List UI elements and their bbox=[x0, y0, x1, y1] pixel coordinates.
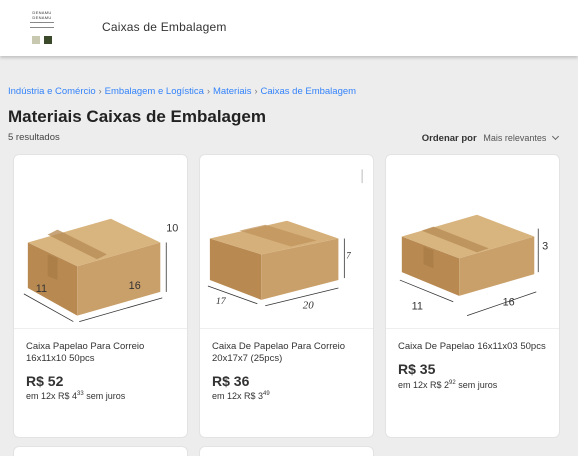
chevron-right-icon: › bbox=[98, 86, 102, 96]
logo-text-line-2: DENAMU bbox=[32, 15, 52, 20]
store-logo[interactable]: DENAMU DENAMU bbox=[28, 10, 56, 46]
cardboard-box-image: 11 16 3 bbox=[399, 214, 548, 317]
product-price: R$ 35 bbox=[398, 361, 436, 377]
dimension-label: 3 bbox=[542, 240, 548, 252]
product-price: R$ 52 bbox=[26, 373, 64, 389]
chevron-right-icon: › bbox=[254, 86, 258, 96]
installments: em 12x R$ 349 bbox=[212, 391, 270, 401]
dimension-label: 17 bbox=[216, 296, 227, 307]
cardboard-box-image: 11 16 10 bbox=[23, 218, 178, 322]
logo-swatch-light bbox=[32, 36, 40, 44]
sort-control[interactable]: Ordenar por Mais relevantes bbox=[421, 132, 560, 144]
sort-label: Ordenar por bbox=[421, 133, 477, 144]
dimension-label: 20 bbox=[303, 300, 314, 312]
product-card-partial[interactable] bbox=[199, 446, 374, 456]
dimension-label: 11 bbox=[412, 301, 423, 313]
store-name[interactable]: Caixas de Embalagem bbox=[102, 20, 227, 34]
product-image[interactable]: 11 16 10 bbox=[14, 155, 187, 329]
dimension-label: 11 bbox=[36, 283, 47, 295]
product-card[interactable]: 17 20 7 Caixa De Papelao Para Correio 20… bbox=[199, 154, 374, 438]
breadcrumb-link-embalagem-logistica[interactable]: Embalagem e Logística bbox=[105, 86, 204, 97]
chevron-right-icon: › bbox=[206, 86, 210, 96]
product-card[interactable]: 11 16 10 Caixa Papelao Para Correio 16x1… bbox=[13, 154, 188, 438]
cardboard-box-image: 17 20 7 bbox=[207, 169, 363, 312]
dimension-label: 16 bbox=[129, 280, 141, 292]
product-image[interactable]: 11 16 3 bbox=[386, 155, 559, 329]
page-title: Materiais Caixas de Embalagem bbox=[8, 107, 266, 126]
product-card[interactable]: 11 16 3 Caixa De Papelao 16x11x03 50pcs … bbox=[385, 154, 560, 438]
product-price: R$ 36 bbox=[212, 373, 250, 389]
product-title[interactable]: Caixa De Papelao 16x11x03 50pcs bbox=[398, 341, 548, 353]
logo-rule bbox=[30, 22, 54, 28]
breadcrumb-link-materiais[interactable]: Materiais bbox=[213, 86, 252, 97]
product-title[interactable]: Caixa Papelao Para Correio 16x11x10 50pc… bbox=[26, 341, 176, 365]
dimension-label: 16 bbox=[503, 297, 515, 309]
breadcrumb: Indústria e Comércio › Embalagem e Logísti… bbox=[8, 86, 356, 97]
dimension-label: 7 bbox=[346, 250, 351, 260]
product-card-partial[interactable] bbox=[13, 446, 188, 456]
breadcrumb-link-caixas[interactable]: Caixas de Embalagem bbox=[260, 86, 356, 97]
results-count: 5 resultados bbox=[8, 132, 60, 143]
installments: em 12x R$ 292 sem juros bbox=[398, 380, 498, 390]
installments: em 12x R$ 433 sem juros bbox=[26, 391, 126, 401]
top-header: DENAMU DENAMU Caixas de Embalagem bbox=[0, 0, 578, 56]
logo-swatch-dark bbox=[44, 36, 52, 44]
chevron-down-icon bbox=[551, 132, 560, 141]
product-image[interactable]: 17 20 7 bbox=[200, 155, 373, 329]
breadcrumb-link-industria[interactable]: Indústria e Comércio bbox=[8, 86, 96, 97]
dimension-label: 10 bbox=[166, 223, 178, 235]
sort-value[interactable]: Mais relevantes bbox=[483, 133, 546, 143]
product-title[interactable]: Caixa De Papelao Para Correio 20x17x7 (2… bbox=[212, 341, 362, 365]
